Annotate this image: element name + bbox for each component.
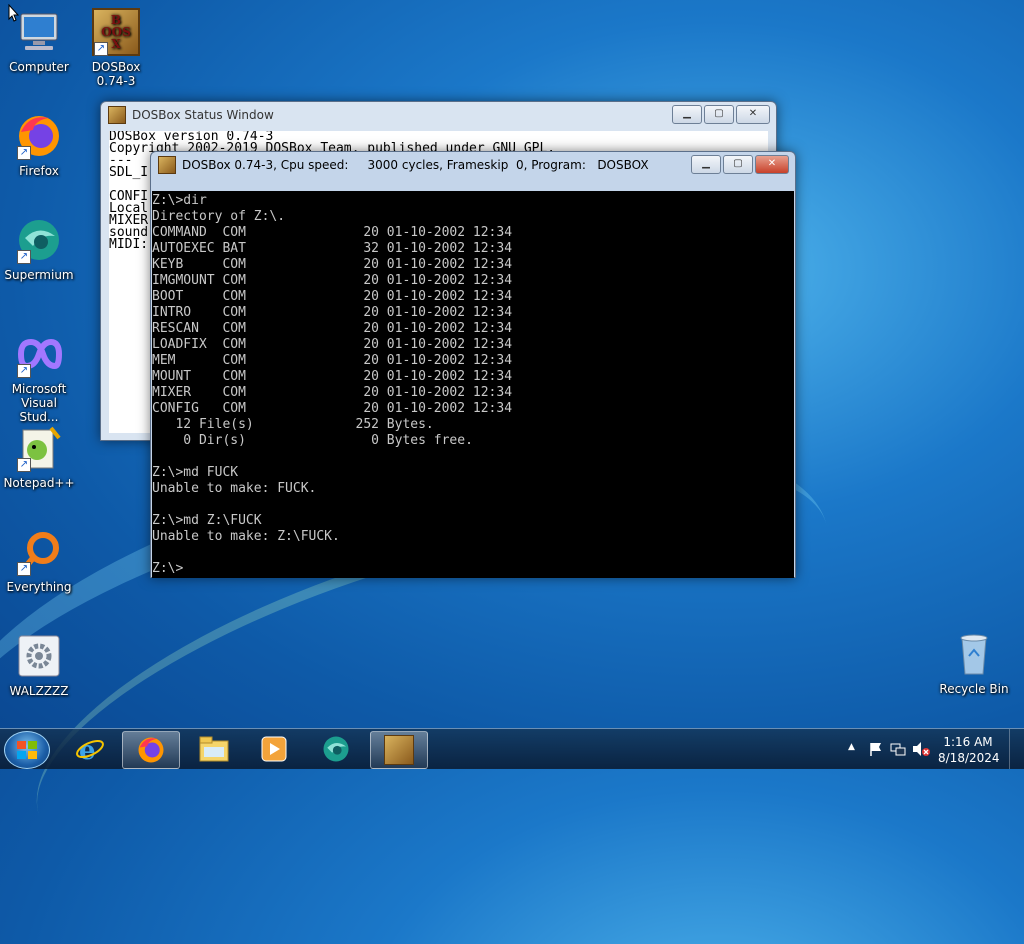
console-line: COMMAND COM 20 01-10-2002 12:34	[152, 225, 513, 240]
dosbox-window-title: DOSBox 0.74-3, Cpu speed: 3000 cycles, F…	[182, 158, 649, 172]
dosbox-icon: B OOS X ↗	[92, 8, 140, 56]
console-line: MOUNT COM 20 01-10-2002 12:34	[152, 369, 513, 384]
console-line: Z:\>md Z:\FUCK	[152, 513, 262, 528]
desktop-icon-label: Firefox	[19, 164, 59, 178]
console-line: Unable to make: FUCK.	[152, 481, 317, 496]
shortcut-arrow-icon: ↗	[17, 562, 31, 576]
dosbox-icon	[158, 156, 176, 174]
media-player-icon	[261, 736, 287, 762]
firefox-icon: ↗	[15, 112, 63, 160]
console-line: 0 Dir(s) 0 Bytes free.	[152, 433, 473, 448]
dosbox-window-titlebar[interactable]: DOSBox 0.74-3, Cpu speed: 3000 cycles, F…	[151, 152, 795, 178]
desktop-icon-label: DOSBox 0.74-3	[91, 60, 141, 88]
supermium-icon	[323, 736, 349, 762]
console-line: Unable to make: Z:\FUCK.	[152, 529, 340, 544]
shortcut-arrow-icon: ↗	[94, 42, 108, 56]
dosbox-logo-letter: X	[111, 37, 121, 51]
console-line: Z:\>md FUCK	[152, 465, 239, 480]
start-button[interactable]	[4, 731, 50, 769]
desktop-icon-notepadpp[interactable]: ↗ Notepad++	[1, 424, 77, 490]
tray-chevron-icon[interactable]: ▲	[848, 742, 855, 752]
taskbar-media-player[interactable]	[246, 731, 302, 767]
system-tray: ▲ 1:16 AM 8/18/2024	[824, 729, 1024, 769]
console-line: AUTOEXEC BAT 32 01-10-2002 12:34	[152, 241, 513, 256]
taskbar-file-explorer[interactable]	[186, 731, 242, 767]
taskbar-internet-explorer[interactable]: e	[62, 731, 118, 767]
desktop-icon-label: Supermium	[4, 268, 74, 282]
console-line: MIXER COM 20 01-10-2002 12:34	[152, 385, 513, 400]
desktop-icon-label: Notepad++	[3, 476, 75, 490]
settings-app-icon	[15, 632, 63, 680]
internet-explorer-icon: e	[76, 736, 104, 764]
console-line: Z:\>dir	[152, 193, 207, 208]
dosbox-icon	[108, 106, 126, 124]
dosbox-icon	[384, 735, 414, 765]
desktop-icon-label: Everything	[6, 580, 72, 594]
console-line: 12 File(s) 252 Bytes.	[152, 417, 434, 432]
console-line: Z:\>	[152, 561, 184, 576]
status-window-titlebar[interactable]: DOSBox Status Window ▁ ▢ ✕	[101, 102, 776, 128]
firefox-icon	[138, 737, 164, 763]
clock[interactable]: 1:16 AM 8/18/2024	[938, 734, 1000, 766]
show-desktop-button[interactable]	[1009, 729, 1024, 769]
taskbar-firefox[interactable]	[122, 731, 180, 769]
desktop-icon-computer[interactable]: Computer	[1, 8, 77, 74]
everything-icon: ↗	[15, 528, 63, 576]
console-line: CONFIG COM 20 01-10-2002 12:34	[152, 401, 513, 416]
network-icon[interactable]	[890, 741, 906, 757]
windows-logo-icon	[17, 741, 37, 759]
desktop-icon-firefox[interactable]: ↗ Firefox	[1, 112, 77, 178]
shortcut-arrow-icon: ↗	[17, 146, 31, 160]
minimize-button[interactable]: ▁	[672, 105, 702, 124]
shortcut-arrow-icon: ↗	[17, 364, 31, 378]
console-line: RESCAN COM 20 01-10-2002 12:34	[152, 321, 513, 336]
desktop-icon-dosbox[interactable]: B OOS X ↗ DOSBox 0.74-3	[78, 8, 154, 88]
console-line: KEYB COM 20 01-10-2002 12:34	[152, 257, 513, 272]
console-line: BOOT COM 20 01-10-2002 12:34	[152, 289, 513, 304]
console-line: IMGMOUNT COM 20 01-10-2002 12:34	[152, 273, 513, 288]
taskbar: e ▲ 1:16 AM 8/18/2024	[0, 728, 1024, 769]
console-line: INTRO COM 20 01-10-2002 12:34	[152, 305, 513, 320]
maximize-button[interactable]: ▢	[723, 155, 753, 174]
recycle-bin-icon	[950, 630, 998, 678]
desktop-icon-label: Computer	[9, 60, 69, 74]
shortcut-arrow-icon: ↗	[17, 250, 31, 264]
clock-date: 8/18/2024	[938, 751, 1000, 765]
desktop-icon-visual-studio[interactable]: ↗ Microsoft Visual Stud...	[1, 330, 77, 424]
notepadpp-icon: ↗	[15, 424, 63, 472]
clock-time: 1:16 AM	[943, 735, 993, 749]
close-button[interactable]: ✕	[736, 105, 770, 124]
volume-muted-icon[interactable]	[912, 741, 930, 757]
svg-text:e: e	[79, 736, 96, 764]
status-window-title: DOSBox Status Window	[132, 108, 274, 122]
desktop-icon-everything[interactable]: ↗ Everything	[1, 528, 77, 594]
maximize-button[interactable]: ▢	[704, 105, 734, 124]
dos-console[interactable]: Z:\>dir Directory of Z:\. COMMAND COM 20 0…	[152, 191, 794, 578]
taskbar-dosbox[interactable]	[370, 731, 428, 769]
desktop-icon-walzzzz[interactable]: WALZZZZ	[1, 632, 77, 698]
console-line: LOADFIX COM 20 01-10-2002 12:34	[152, 337, 513, 352]
supermium-icon: ↗	[15, 216, 63, 264]
console-line: MEM COM 20 01-10-2002 12:34	[152, 353, 513, 368]
action-center-flag-icon[interactable]	[868, 741, 884, 757]
close-button[interactable]: ✕	[755, 155, 789, 174]
desktop-icon-label: WALZZZZ	[9, 684, 69, 698]
visual-studio-icon: ↗	[15, 330, 63, 378]
dosbox-window[interactable]: DOSBox 0.74-3, Cpu speed: 3000 cycles, F…	[150, 151, 796, 578]
console-line: Directory of Z:\.	[152, 209, 286, 224]
minimize-button[interactable]: ▁	[691, 155, 721, 174]
shortcut-arrow-icon: ↗	[17, 458, 31, 472]
desktop-icon-recycle-bin[interactable]: Recycle Bin	[936, 630, 1012, 696]
desktop-icon-label: Microsoft Visual Stud...	[11, 382, 67, 424]
desktop-icon-label: Recycle Bin	[939, 682, 1009, 696]
dosbox-logo-letter: S	[122, 25, 131, 39]
computer-icon	[15, 8, 63, 56]
desktop-icon-supermium[interactable]: ↗ Supermium	[1, 216, 77, 282]
file-explorer-icon	[199, 736, 229, 762]
taskbar-supermium[interactable]	[308, 731, 364, 767]
